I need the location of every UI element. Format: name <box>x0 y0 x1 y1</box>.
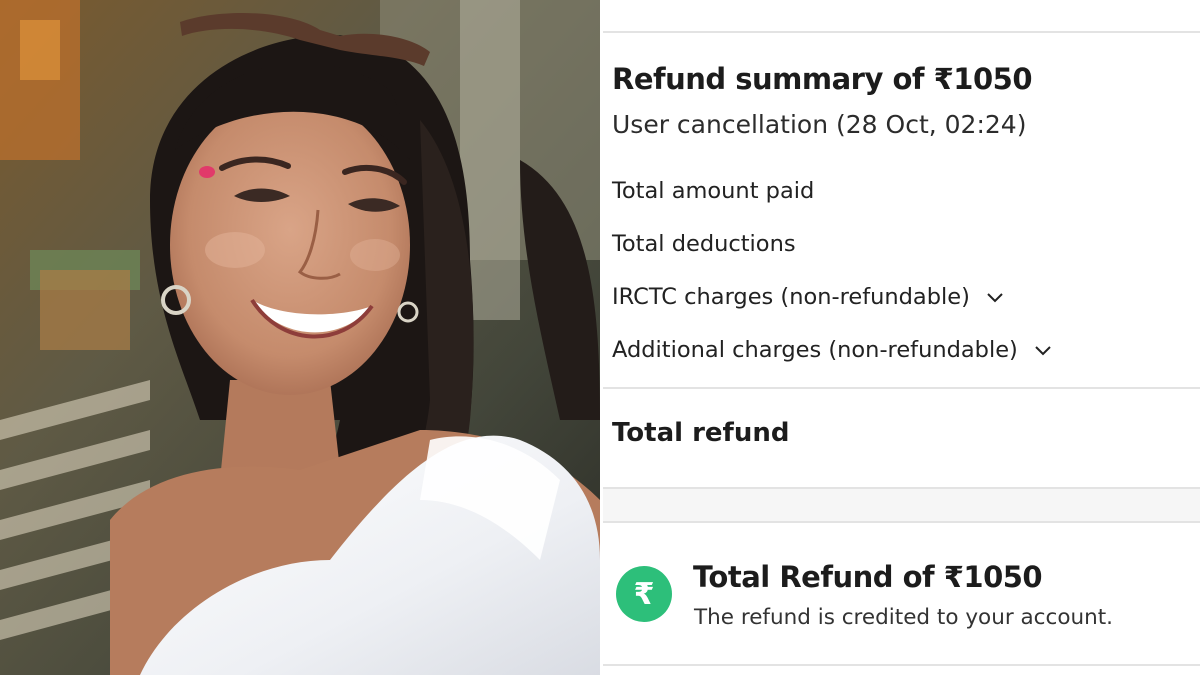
cancellation-subtitle: User cancellation (28 Oct, 02:24) <box>612 110 1027 139</box>
top-divider <box>603 31 1200 33</box>
total-amount-paid-row: Total amount paid <box>612 178 814 204</box>
total-amount-paid-label: Total amount paid <box>612 178 815 204</box>
rupee-icon: ₹ <box>616 566 672 622</box>
section-divider <box>603 521 1200 523</box>
refund-summary-title: Refund summary of ₹1050 <box>612 62 1033 96</box>
total-deductions-label: Total deductions <box>612 231 796 257</box>
refund-credited-message: The refund is credited to your account. <box>694 605 1113 630</box>
section-gap <box>603 489 1200 521</box>
irctc-charges-label: IRCTC charges (non-refundable) <box>612 284 970 310</box>
total-deductions-row: Total deductions <box>612 231 796 257</box>
chevron-down-icon[interactable] <box>984 286 1006 308</box>
additional-charges-row[interactable]: Additional charges (non-refundable) <box>612 337 1054 363</box>
total-refund-label: Total refund <box>612 418 790 448</box>
additional-charges-label: Additional charges (non-refundable) <box>612 337 1018 363</box>
bottom-divider <box>603 664 1200 666</box>
section-divider <box>603 387 1200 389</box>
woman-selfie-photo <box>0 0 600 675</box>
chevron-down-icon[interactable] <box>1032 339 1054 361</box>
irctc-charges-row[interactable]: IRCTC charges (non-refundable) <box>612 284 1006 310</box>
total-refund-card-title: Total Refund of ₹1050 <box>693 560 1043 594</box>
refund-summary-screen: Refund summary of ₹1050 User cancellatio… <box>603 0 1200 675</box>
